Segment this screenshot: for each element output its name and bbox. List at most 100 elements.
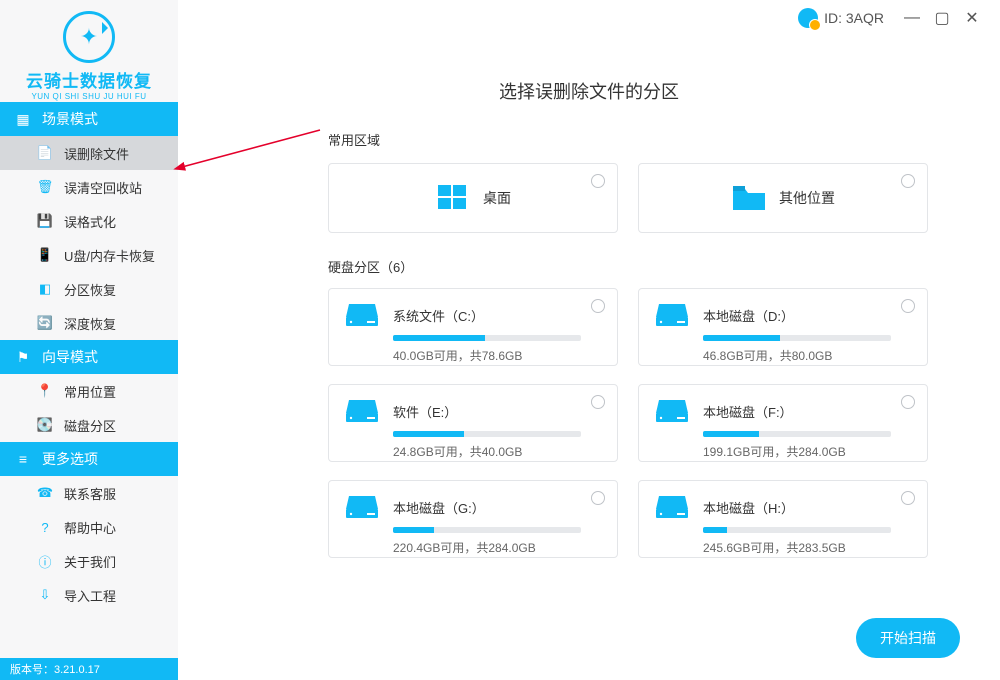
sidebar-item-label: 关于我们 bbox=[64, 552, 116, 571]
card-label: 桌面 bbox=[483, 188, 511, 208]
user-id-badge[interactable]: ID: 3AQR bbox=[798, 8, 884, 28]
sidebar-item-0-4[interactable]: ◧ 分区恢复 bbox=[0, 272, 178, 306]
partition-info: 40.0GB可用，共78.6GB bbox=[393, 347, 603, 364]
partition-name: 本地磁盘（H:） bbox=[703, 498, 794, 517]
partition-name: 系统文件（C:） bbox=[393, 306, 484, 325]
close-button[interactable]: ✕ bbox=[962, 8, 982, 28]
sidebar-item-1-1[interactable]: 💽 磁盘分区 bbox=[0, 408, 178, 442]
usage-bar bbox=[703, 431, 891, 437]
partition-card-2[interactable]: 软件（E:） 24.8GB可用，共40.0GB bbox=[328, 384, 618, 462]
section-icon: ≡ bbox=[14, 450, 32, 468]
sidebar-item-label: 误删除文件 bbox=[64, 144, 129, 163]
brand-name: 云骑士数据恢复 bbox=[26, 67, 152, 92]
sidebar-item-label: 联系客服 bbox=[64, 484, 116, 503]
disk-icon bbox=[655, 493, 689, 521]
radio-icon bbox=[901, 299, 915, 313]
trash-icon: 🗑 bbox=[36, 178, 54, 196]
file-recover-icon: 📄 bbox=[36, 144, 54, 162]
import-icon: ⇩ bbox=[36, 586, 54, 604]
usage-bar bbox=[393, 527, 581, 533]
partition-card-3[interactable]: 本地磁盘（F:） 199.1GB可用，共284.0GB bbox=[638, 384, 928, 462]
partition-name: 本地磁盘（F:） bbox=[703, 402, 793, 421]
partition-info: 220.4GB可用，共284.0GB bbox=[393, 539, 603, 556]
sidebar-item-label: 误清空回收站 bbox=[64, 178, 142, 197]
radio-icon bbox=[901, 491, 915, 505]
sidebar-item-label: 帮助中心 bbox=[64, 518, 116, 537]
disk-icon bbox=[655, 397, 689, 425]
sidebar-item-2-0[interactable]: ☎ 联系客服 bbox=[0, 476, 178, 510]
partition-name: 本地磁盘（D:） bbox=[703, 306, 794, 325]
phone-icon: ☎ bbox=[36, 484, 54, 502]
sidebar-item-0-5[interactable]: 🔄深度恢复 bbox=[0, 306, 178, 340]
partition-name: 软件（E:） bbox=[393, 402, 457, 421]
usage-bar bbox=[393, 335, 581, 341]
sidebar-item-0-3[interactable]: 📱 U盘/内存卡恢复 bbox=[0, 238, 178, 272]
main-area: ID: 3AQR — ▢ ✕ 选择误删除文件的分区 常用区域 桌面 其他位置 硬… bbox=[178, 0, 1000, 680]
common-area-label: 常用区域 bbox=[328, 130, 970, 149]
section-title: 更多选项 bbox=[42, 449, 98, 469]
page-title: 选择误删除文件的分区 bbox=[208, 78, 970, 104]
common-card-0[interactable]: 桌面 bbox=[328, 163, 618, 233]
sidebar-item-0-1[interactable]: 🗑 误清空回收站 bbox=[0, 170, 178, 204]
sidebar-item-0-0[interactable]: 📄 误删除文件 bbox=[0, 136, 178, 170]
sidebar-item-2-2[interactable]: ⓘ 关于我们 bbox=[0, 544, 178, 578]
section-title: 场景模式 bbox=[42, 109, 98, 129]
usage-bar bbox=[393, 431, 581, 437]
user-id-text: ID: 3AQR bbox=[824, 10, 884, 26]
common-card-1[interactable]: 其他位置 bbox=[638, 163, 928, 233]
titlebar: ID: 3AQR — ▢ ✕ bbox=[798, 8, 982, 28]
sidebar-section-header: ⚑ 向导模式 bbox=[0, 340, 178, 374]
start-scan-button[interactable]: 开始扫描 bbox=[856, 618, 960, 658]
sidebar-item-label: 分区恢复 bbox=[64, 280, 116, 299]
sidebar: ✦ 云骑士数据恢复 YUN QI SHI SHU JU HUI FU ▦ 场景模式… bbox=[0, 0, 178, 680]
partition-info: 24.8GB可用，共40.0GB bbox=[393, 443, 603, 460]
partition-card-5[interactable]: 本地磁盘（H:） 245.6GB可用，共283.5GB bbox=[638, 480, 928, 558]
sidebar-item-label: 导入工程 bbox=[64, 586, 116, 605]
sidebar-item-1-0[interactable]: 📍常用位置 bbox=[0, 374, 178, 408]
usage-bar bbox=[703, 527, 891, 533]
deep-icon: 🔄 bbox=[36, 314, 54, 332]
partition-info: 245.6GB可用，共283.5GB bbox=[703, 539, 913, 556]
minimize-button[interactable]: — bbox=[902, 8, 922, 28]
version-bar: 版本号：3.21.0.17 bbox=[0, 658, 178, 680]
partition-info: 46.8GB可用，共80.0GB bbox=[703, 347, 913, 364]
disk-icon bbox=[345, 493, 379, 521]
sidebar-item-label: 常用位置 bbox=[64, 382, 116, 401]
radio-icon bbox=[591, 395, 605, 409]
sidebar-section-header: ≡ 更多选项 bbox=[0, 442, 178, 476]
radio-icon bbox=[591, 174, 605, 188]
help-icon: ? bbox=[36, 518, 54, 536]
section-title: 向导模式 bbox=[42, 347, 98, 367]
sidebar-item-0-2[interactable]: 💾 误格式化 bbox=[0, 204, 178, 238]
brand-sub: YUN QI SHI SHU JU HUI FU bbox=[31, 92, 146, 101]
info-icon: ⓘ bbox=[36, 552, 54, 570]
usage-bar bbox=[703, 335, 891, 341]
folder-icon bbox=[731, 181, 765, 215]
maximize-button[interactable]: ▢ bbox=[932, 8, 952, 28]
disk-icon bbox=[345, 397, 379, 425]
windows-icon bbox=[435, 181, 469, 215]
sidebar-item-2-3[interactable]: ⇩ 导入工程 bbox=[0, 578, 178, 612]
sidebar-item-label: 磁盘分区 bbox=[64, 416, 116, 435]
disk-icon: 💽 bbox=[36, 416, 54, 434]
sidebar-item-label: U盘/内存卡恢复 bbox=[64, 246, 155, 265]
sidebar-item-2-1[interactable]: ? 帮助中心 bbox=[0, 510, 178, 544]
partition-card-1[interactable]: 本地磁盘（D:） 46.8GB可用，共80.0GB bbox=[638, 288, 928, 366]
sdcard-icon: 📱 bbox=[36, 246, 54, 264]
partition-info: 199.1GB可用，共284.0GB bbox=[703, 443, 913, 460]
partition-icon: ◧ bbox=[36, 280, 54, 298]
card-label: 其他位置 bbox=[779, 188, 835, 208]
section-icon: ⚑ bbox=[14, 348, 32, 366]
partition-card-4[interactable]: 本地磁盘（G:） 220.4GB可用，共284.0GB bbox=[328, 480, 618, 558]
logo: ✦ 云骑士数据恢复 YUN QI SHI SHU JU HUI FU bbox=[0, 0, 178, 102]
section-icon: ▦ bbox=[14, 110, 32, 128]
radio-icon bbox=[901, 395, 915, 409]
radio-icon bbox=[901, 174, 915, 188]
radio-icon bbox=[591, 491, 605, 505]
partition-card-0[interactable]: 系统文件（C:） 40.0GB可用，共78.6GB bbox=[328, 288, 618, 366]
disk-icon bbox=[655, 301, 689, 329]
save-icon: 💾 bbox=[36, 212, 54, 230]
user-icon bbox=[798, 8, 818, 28]
sidebar-item-label: 误格式化 bbox=[64, 212, 116, 231]
partition-name: 本地磁盘（G:） bbox=[393, 498, 485, 517]
